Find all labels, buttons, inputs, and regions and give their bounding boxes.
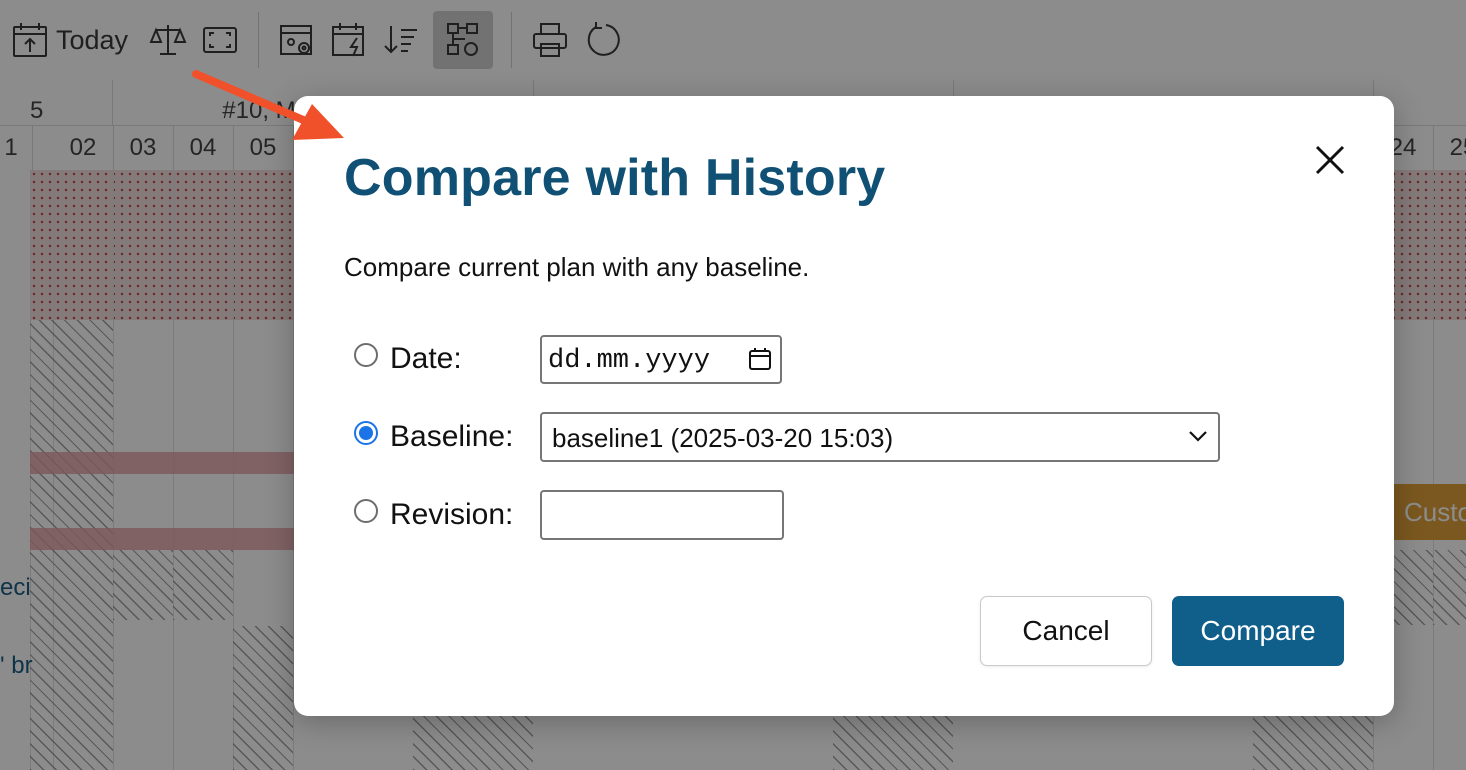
baseline-select[interactable]: baseline1 (2025-03-20 15:03) bbox=[540, 412, 1220, 462]
annotation-arrow-icon bbox=[192, 70, 344, 140]
revision-input[interactable] bbox=[540, 490, 784, 540]
date-placeholder: dd.mm.yyyy bbox=[548, 346, 711, 376]
baseline-label: Baseline: bbox=[390, 420, 514, 453]
revision-label: Revision: bbox=[390, 498, 514, 531]
date-input[interactable]: dd.mm.yyyy bbox=[540, 335, 782, 384]
dialog-description: Compare current plan with any baseline. bbox=[344, 252, 810, 282]
dialog-title: Compare with History bbox=[344, 149, 886, 207]
chevron-down-icon bbox=[1189, 431, 1207, 442]
baseline-radio[interactable] bbox=[354, 421, 378, 445]
calendar-icon[interactable] bbox=[748, 347, 772, 371]
close-icon bbox=[1315, 145, 1345, 175]
baseline-selected-value: baseline1 (2025-03-20 15:03) bbox=[552, 423, 894, 453]
revision-radio[interactable] bbox=[354, 499, 378, 523]
compare-button[interactable]: Compare bbox=[1172, 596, 1344, 666]
date-radio[interactable] bbox=[354, 343, 378, 367]
compare-history-dialog: Compare with History Compare current pla… bbox=[294, 96, 1394, 716]
cancel-button[interactable]: Cancel bbox=[980, 596, 1152, 666]
close-button[interactable] bbox=[1310, 140, 1350, 180]
date-label: Date: bbox=[390, 342, 462, 375]
